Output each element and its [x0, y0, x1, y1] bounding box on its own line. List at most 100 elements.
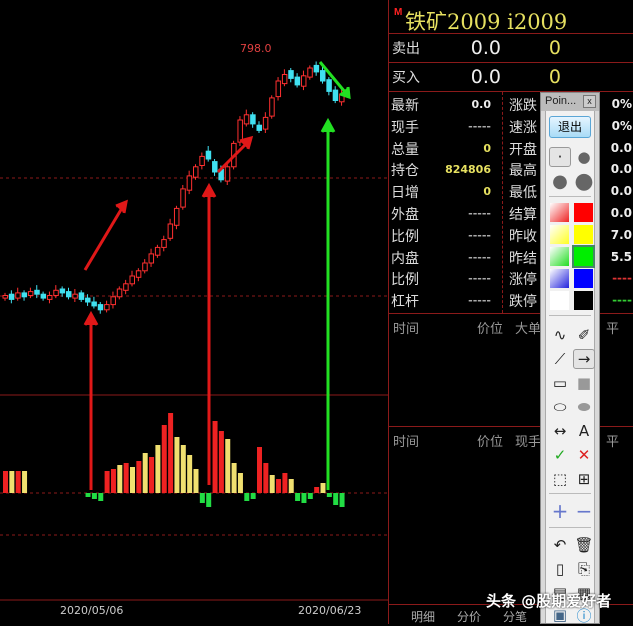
- close-button[interactable]: x: [583, 95, 596, 108]
- undo-icon[interactable]: ↶: [549, 535, 571, 555]
- volume-bar: [110, 469, 116, 493]
- volume-bar: [22, 471, 28, 493]
- rectangle-icon[interactable]: ▭: [549, 373, 571, 393]
- candle: [15, 292, 21, 299]
- color-red[interactable]: [574, 203, 593, 222]
- candle: [288, 70, 294, 79]
- col-time: 时间: [393, 322, 420, 337]
- candle: [237, 119, 243, 143]
- candle: [243, 114, 250, 125]
- color-light-blue[interactable]: [550, 269, 569, 288]
- freehand-icon[interactable]: ∿: [549, 325, 571, 345]
- toolbar-title: Poin...: [545, 95, 577, 107]
- field-value: -----: [468, 207, 491, 220]
- candle: [123, 283, 129, 291]
- filled-rectangle-icon[interactable]: ■: [573, 373, 595, 393]
- candle: [250, 114, 256, 125]
- candle: [167, 223, 174, 239]
- sell-volume: 0: [548, 37, 561, 59]
- volume-bar: [168, 413, 174, 493]
- green-arrow: [320, 117, 336, 490]
- dot-large-icon[interactable]: ●: [549, 171, 571, 192]
- buy-label: 买入: [392, 70, 420, 86]
- sell-row: 卖出 0.0 0: [389, 34, 633, 63]
- field-value: 0.0: [471, 98, 492, 111]
- volume-bar: [339, 493, 345, 507]
- exit-button[interactable]: 退出: [549, 116, 591, 138]
- candle: [256, 124, 262, 131]
- color-light-green[interactable]: [550, 247, 569, 266]
- candle: [135, 270, 142, 278]
- delete-x-icon[interactable]: ✕: [573, 445, 595, 465]
- filled-ellipse-icon[interactable]: ⬬: [573, 397, 595, 417]
- candle: [154, 246, 161, 256]
- candle: [212, 161, 218, 173]
- col-price: 价位: [477, 322, 504, 337]
- color-blue[interactable]: [574, 269, 593, 288]
- color-green[interactable]: [572, 245, 595, 268]
- color-light-yellow[interactable]: [550, 225, 569, 244]
- volume-bar: [174, 437, 180, 493]
- volume-bar: [237, 473, 243, 493]
- field-value: -----: [468, 250, 491, 264]
- eraser-icon[interactable]: ✐: [573, 325, 595, 345]
- volume-bar: [123, 463, 129, 493]
- volume-bar: [320, 483, 326, 493]
- candle: [300, 75, 307, 87]
- volume-bar: [231, 463, 237, 493]
- watermark: 头条 @股期爱好者: [486, 592, 612, 610]
- ellipse-icon[interactable]: ⬭: [549, 397, 571, 417]
- candle: [281, 74, 288, 85]
- candle: [116, 288, 123, 298]
- field-value: -----: [468, 228, 491, 242]
- candle: [40, 293, 47, 299]
- sell-price: 0.0: [470, 37, 501, 59]
- volume-bar: [206, 493, 212, 507]
- line-icon[interactable]: ⟋: [549, 349, 571, 369]
- color-yellow[interactable]: [574, 225, 593, 244]
- candle: [85, 297, 91, 303]
- new-page-icon[interactable]: ▯: [549, 559, 571, 579]
- date-label: 2020/06/23: [298, 604, 362, 617]
- volume-bar: [307, 493, 313, 499]
- volume-bar: [288, 479, 294, 493]
- volume-bar: [142, 453, 148, 493]
- buy-row: 买入 0.0 0: [389, 63, 633, 92]
- candle: [193, 166, 199, 178]
- crop-icon[interactable]: ⬚: [549, 469, 571, 489]
- pointer-toolbar[interactable]: Poin... x 退出 · ● ● ● ∿ ✐ ⟋ → ▭ ■ ⬭ ⬬ ↔ A …: [540, 92, 600, 625]
- minus-icon[interactable]: −: [573, 499, 595, 523]
- candle: [21, 292, 28, 298]
- color-black[interactable]: [574, 291, 593, 310]
- volume-bar: [326, 493, 332, 497]
- color-white[interactable]: [550, 291, 569, 310]
- candle: [173, 207, 180, 226]
- check-icon[interactable]: ✓: [549, 445, 571, 465]
- candle: [2, 295, 8, 299]
- volume-bar: [250, 493, 256, 499]
- text-icon[interactable]: A: [573, 421, 595, 441]
- col-big: 大单: [515, 322, 542, 337]
- copy-icon[interactable]: ⎘: [573, 559, 595, 579]
- dot-xlarge-icon[interactable]: ●: [573, 169, 595, 194]
- color-light-red[interactable]: [550, 203, 569, 222]
- field-value: -----: [468, 272, 491, 286]
- arrow-icon[interactable]: →: [573, 349, 595, 369]
- col-volume: 现手: [515, 435, 542, 450]
- zoom-in-icon[interactable]: ⊞: [573, 469, 595, 489]
- dot-medium-icon[interactable]: ●: [573, 147, 595, 167]
- tab-detail[interactable]: 明细: [411, 608, 435, 625]
- candle: [180, 188, 186, 208]
- red-arrow: [83, 310, 99, 490]
- volume-bar: [257, 447, 262, 493]
- plus-icon[interactable]: +: [549, 499, 571, 523]
- field-label: 持仓: [391, 163, 419, 180]
- field-label: 比例: [391, 272, 419, 289]
- double-arrow-icon[interactable]: ↔: [549, 421, 571, 441]
- kline-chart[interactable]: 798.0: [0, 0, 388, 624]
- tab-price[interactable]: 分价: [457, 608, 481, 625]
- field-value: -----: [468, 294, 491, 308]
- dot-small-icon[interactable]: ·: [549, 147, 571, 167]
- trash-icon[interactable]: 🗑: [573, 535, 595, 555]
- candle: [110, 296, 116, 306]
